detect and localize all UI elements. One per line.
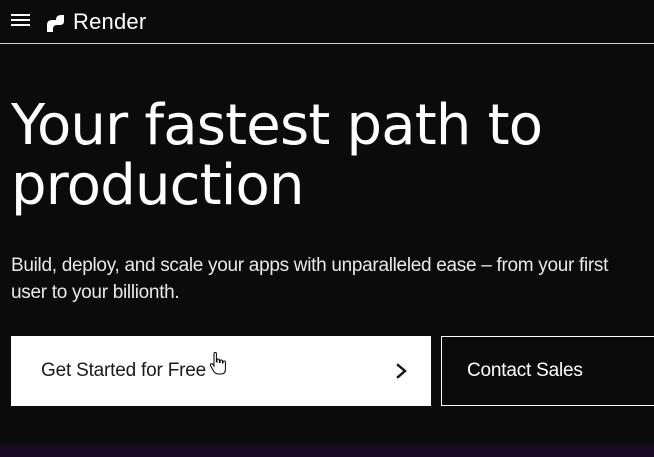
hero-title: Your fastest path to production (11, 93, 543, 218)
contact-sales-label: Contact Sales (467, 360, 583, 381)
get-started-label: Get Started for Free (41, 360, 206, 381)
hamburger-menu-icon[interactable] (11, 12, 30, 28)
hero-subtitle: Build, deploy, and scale your apps with … (11, 255, 609, 303)
chevron-right-icon (396, 363, 407, 379)
brand-logo-link[interactable]: Render (43, 9, 146, 35)
next-section-band (0, 445, 654, 457)
brand-name: Render (73, 9, 147, 34)
site-header: Render (0, 0, 654, 44)
render-logo-icon (47, 15, 64, 32)
get-started-button[interactable]: Get Started for Free (11, 336, 431, 406)
contact-sales-button[interactable]: Contact Sales (441, 336, 654, 406)
